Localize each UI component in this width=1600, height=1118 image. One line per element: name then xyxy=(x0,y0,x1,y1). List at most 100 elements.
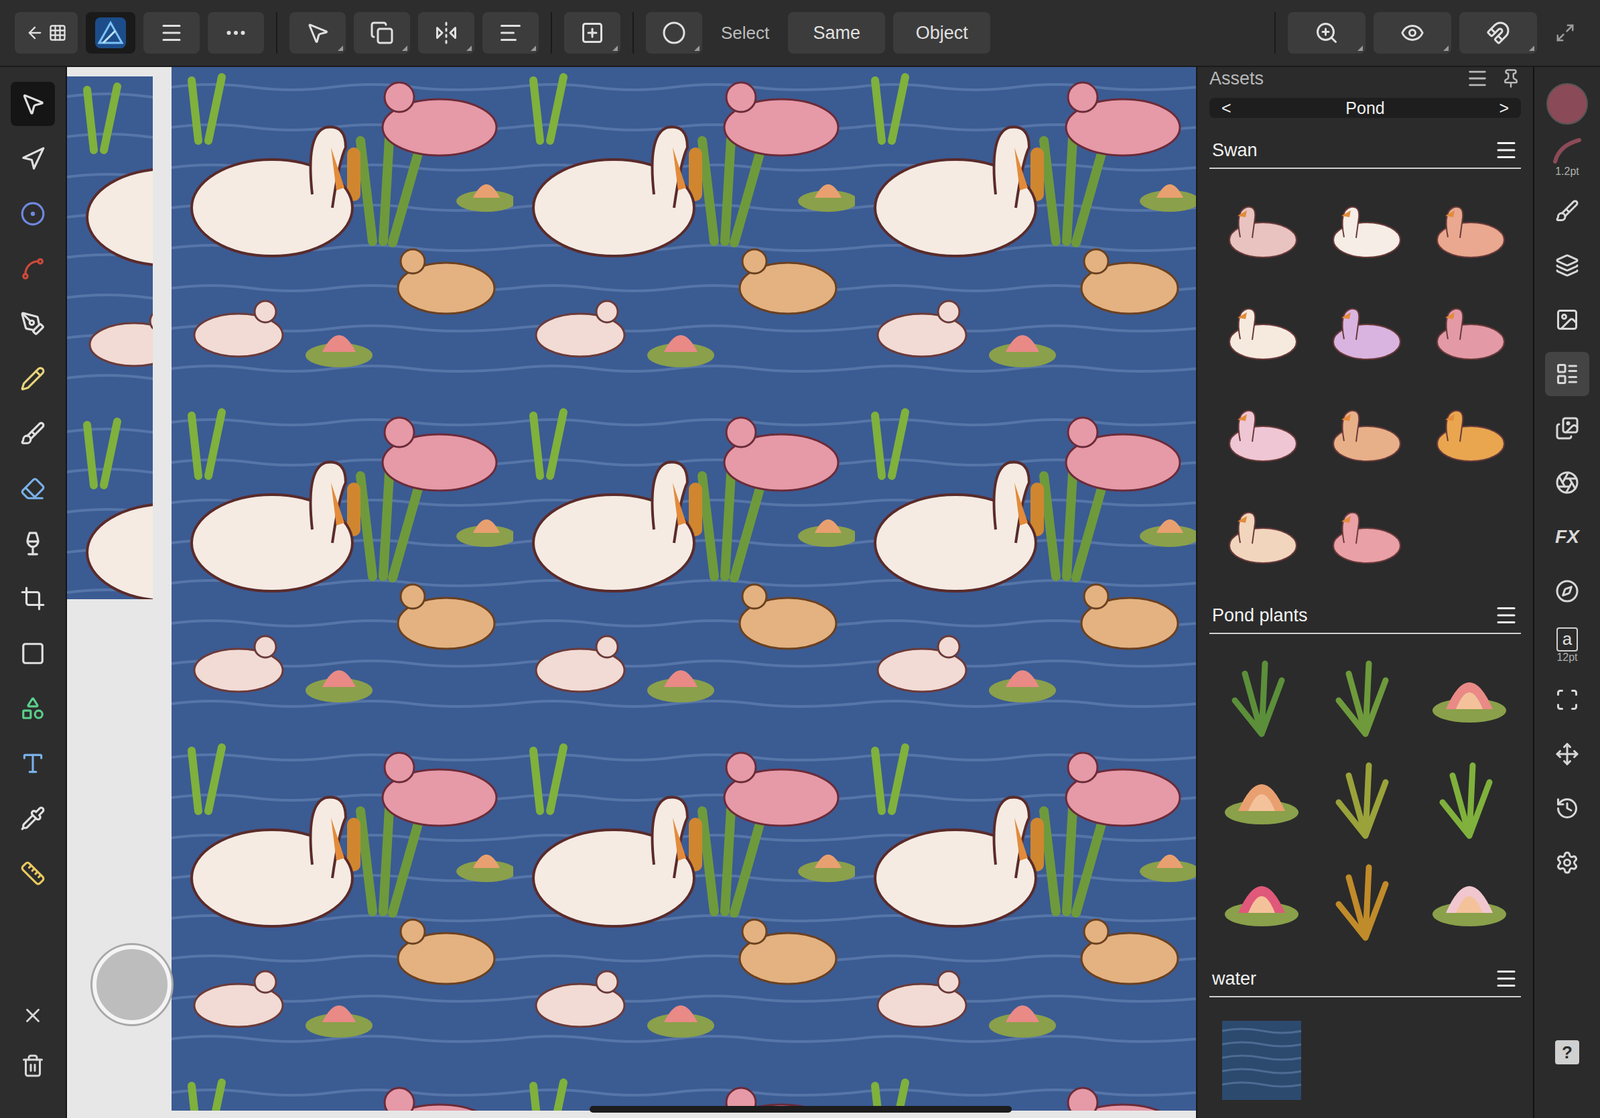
prev-category[interactable]: < xyxy=(1221,98,1232,118)
arrange-button[interactable] xyxy=(353,12,411,54)
tool-button[interactable] xyxy=(10,356,55,401)
snapping-button[interactable] xyxy=(1459,12,1538,54)
lotus-icon[interactable] xyxy=(1221,867,1302,935)
select-option-button[interactable]: Object xyxy=(893,12,991,54)
swan-icon[interactable] xyxy=(1221,402,1302,470)
panel-button[interactable] xyxy=(1545,568,1590,614)
move-mode-button[interactable] xyxy=(289,12,346,54)
fill-color-swatch[interactable] xyxy=(1546,83,1588,125)
lotus-icon[interactable] xyxy=(1429,867,1510,935)
pond-pattern-artwork[interactable] xyxy=(67,76,153,599)
swan-icon[interactable] xyxy=(1325,300,1406,368)
tool-button[interactable] xyxy=(10,246,55,291)
pond-plant-icon[interactable] xyxy=(1432,758,1507,839)
panel-menu-icon[interactable] xyxy=(1465,67,1489,90)
asset-item[interactable] xyxy=(1313,384,1418,487)
tool-button[interactable] xyxy=(10,576,55,621)
panel-button[interactable] xyxy=(1545,460,1590,505)
asset-item[interactable] xyxy=(1209,282,1314,385)
tool-button[interactable] xyxy=(10,136,55,181)
menu-button[interactable] xyxy=(143,12,200,54)
asset-item[interactable] xyxy=(1417,384,1521,487)
swan-icon[interactable] xyxy=(1429,300,1510,368)
category-selector[interactable]: <Pond> xyxy=(1209,97,1521,118)
section-header[interactable]: Pond plants xyxy=(1209,594,1521,634)
tool-button[interactable] xyxy=(10,81,55,126)
stroke-button[interactable]: 1.2pt xyxy=(1545,134,1590,179)
canvas[interactable] xyxy=(67,67,1196,1118)
asset-item[interactable] xyxy=(1313,645,1418,748)
asset-item[interactable] xyxy=(1209,747,1314,850)
lotus-icon[interactable] xyxy=(1221,765,1302,833)
section-header[interactable]: water xyxy=(1209,958,1521,997)
water-texture-icon[interactable] xyxy=(1222,1020,1302,1100)
panel-button[interactable] xyxy=(1545,351,1590,396)
flip-button[interactable] xyxy=(418,12,475,54)
asset-item[interactable] xyxy=(1209,384,1314,487)
asset-item[interactable] xyxy=(1209,849,1314,952)
asset-item[interactable] xyxy=(1209,1009,1314,1111)
pond-plant-icon[interactable] xyxy=(1328,758,1403,839)
panel-button[interactable] xyxy=(1545,243,1590,288)
swan-icon[interactable] xyxy=(1429,198,1510,266)
boolean-button[interactable] xyxy=(645,12,703,54)
tool-button[interactable] xyxy=(10,411,55,456)
pin-icon[interactable] xyxy=(1500,68,1521,89)
asset-item[interactable] xyxy=(1417,282,1521,385)
artboard-strip[interactable] xyxy=(67,76,153,599)
swan-icon[interactable] xyxy=(1429,402,1510,470)
text-panel-button[interactable]: a12pt xyxy=(1545,623,1590,668)
swan-icon[interactable] xyxy=(1325,402,1406,470)
tool-button[interactable] xyxy=(10,631,55,676)
insert-button[interactable] xyxy=(564,12,621,54)
pond-plant-icon[interactable] xyxy=(1328,860,1403,941)
panel-button[interactable] xyxy=(1545,785,1590,831)
asset-item[interactable] xyxy=(1209,180,1314,283)
tool-button[interactable] xyxy=(10,466,55,511)
fullscreen-button[interactable] xyxy=(1545,12,1586,54)
pond-pattern-artwork[interactable] xyxy=(171,67,1196,1111)
select-option-button[interactable]: Same xyxy=(787,12,886,54)
tool-button[interactable] xyxy=(10,191,55,236)
more-button[interactable] xyxy=(207,12,264,54)
panel-button[interactable] xyxy=(1545,406,1590,451)
tool-button[interactable] xyxy=(10,850,55,896)
asset-item[interactable] xyxy=(1209,645,1314,748)
panel-button[interactable] xyxy=(1545,188,1590,234)
asset-item[interactable] xyxy=(1417,747,1521,850)
section-menu-icon[interactable] xyxy=(1494,966,1519,991)
asset-item[interactable] xyxy=(1313,747,1418,850)
asset-item[interactable] xyxy=(1313,180,1418,283)
asset-item[interactable] xyxy=(1417,180,1521,283)
align-button[interactable] xyxy=(482,12,539,54)
asset-item[interactable] xyxy=(1313,486,1418,589)
panel-button[interactable] xyxy=(1545,677,1590,722)
asset-item[interactable] xyxy=(1313,849,1418,952)
section-menu-icon[interactable] xyxy=(1494,138,1519,163)
asset-item[interactable] xyxy=(1417,849,1521,952)
section-menu-icon[interactable] xyxy=(1494,603,1519,628)
view-button[interactable] xyxy=(1373,12,1452,54)
tool-button[interactable] xyxy=(10,741,55,786)
panel-button[interactable] xyxy=(1545,731,1590,776)
trash-icon[interactable] xyxy=(20,1053,45,1078)
swan-icon[interactable] xyxy=(1325,198,1406,266)
panel-button[interactable] xyxy=(1545,297,1590,342)
quick-menu-button[interactable] xyxy=(92,944,172,1024)
close-icon[interactable] xyxy=(21,1003,45,1027)
asset-item[interactable] xyxy=(1209,486,1314,589)
swan-icon[interactable] xyxy=(1221,300,1302,368)
lotus-icon[interactable] xyxy=(1429,663,1510,731)
artboard[interactable] xyxy=(171,67,1196,1111)
tool-button[interactable] xyxy=(10,521,55,566)
section-header[interactable]: Swan xyxy=(1209,129,1521,169)
persona-button[interactable] xyxy=(85,12,136,54)
tool-button[interactable] xyxy=(10,686,55,731)
next-category[interactable]: > xyxy=(1498,98,1509,118)
effects-panel-button[interactable]: FX xyxy=(1545,514,1590,559)
home-button[interactable] xyxy=(14,12,78,54)
swan-icon[interactable] xyxy=(1221,503,1302,571)
tool-button[interactable] xyxy=(10,795,55,841)
tool-button[interactable] xyxy=(10,301,55,346)
zoom-button[interactable] xyxy=(1287,12,1366,54)
